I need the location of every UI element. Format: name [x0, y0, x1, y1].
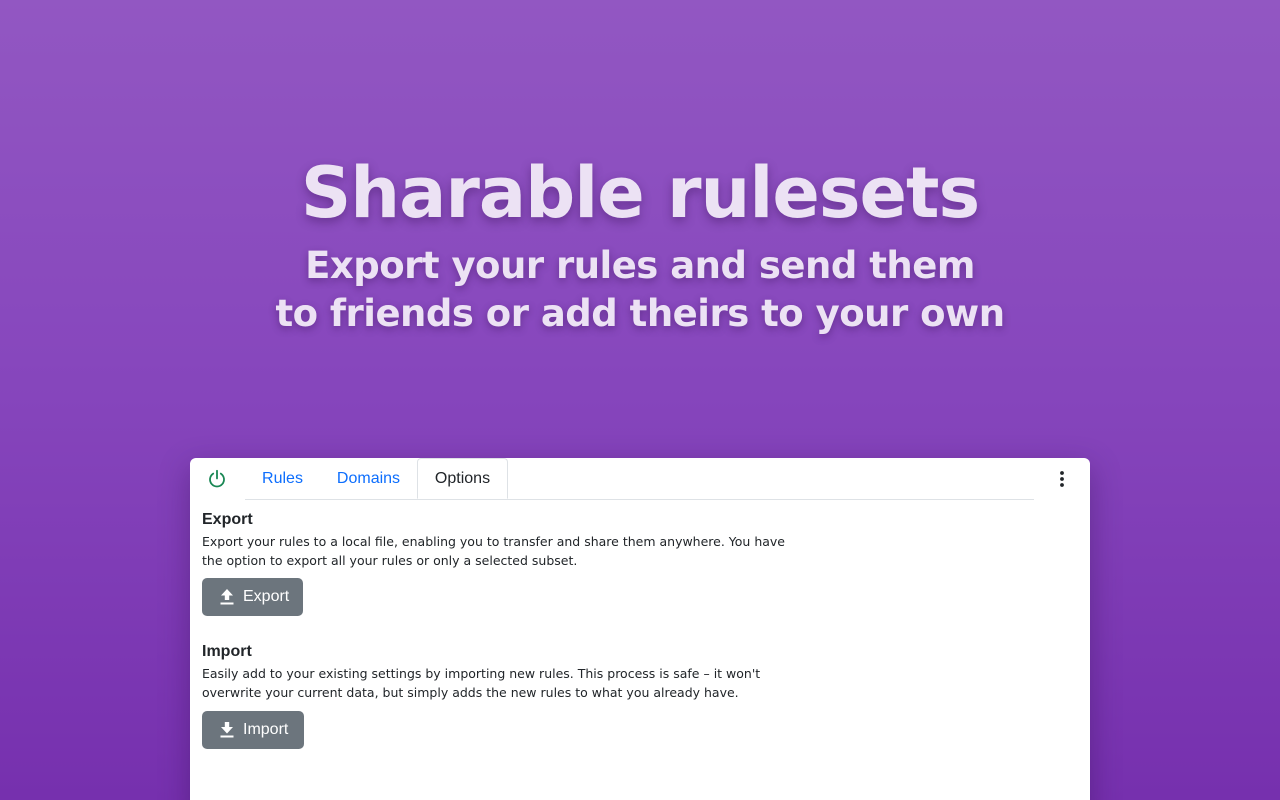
tab-domains[interactable]: Domains: [325, 458, 412, 499]
power-icon: [209, 469, 225, 488]
tab-bar-divider: [245, 499, 1034, 500]
power-toggle-button[interactable]: [204, 467, 230, 491]
hero-subtitle: Export your rules and send them to frien…: [0, 242, 1280, 338]
export-heading: Export: [202, 511, 253, 528]
export-button-label: Export: [243, 588, 290, 605]
tab-options[interactable]: Options: [417, 458, 508, 499]
import-heading: Import: [202, 643, 252, 660]
upload-icon: [219, 588, 235, 606]
more-options-button[interactable]: [1054, 470, 1070, 488]
export-button[interactable]: Export: [202, 578, 303, 616]
more-vertical-icon: [1060, 471, 1064, 487]
hero-subtitle-line-2: to friends or add theirs to your own: [275, 292, 1005, 335]
hero-title: Sharable rulesets: [300, 152, 980, 234]
download-icon: [219, 721, 235, 739]
export-description: Export your rules to a local file, enabl…: [202, 534, 785, 568]
options-panel: Rules Domains Options Export Export your…: [190, 458, 1090, 800]
hero-subtitle-line-1: Export your rules and send them: [305, 244, 975, 287]
import-button-label: Import: [243, 721, 289, 738]
import-button[interactable]: Import: [202, 711, 304, 749]
tab-rules[interactable]: Rules: [250, 458, 315, 499]
import-description: Easily add to your existing settings by …: [202, 666, 761, 700]
tab-bar: Rules Domains Options: [190, 458, 1090, 500]
